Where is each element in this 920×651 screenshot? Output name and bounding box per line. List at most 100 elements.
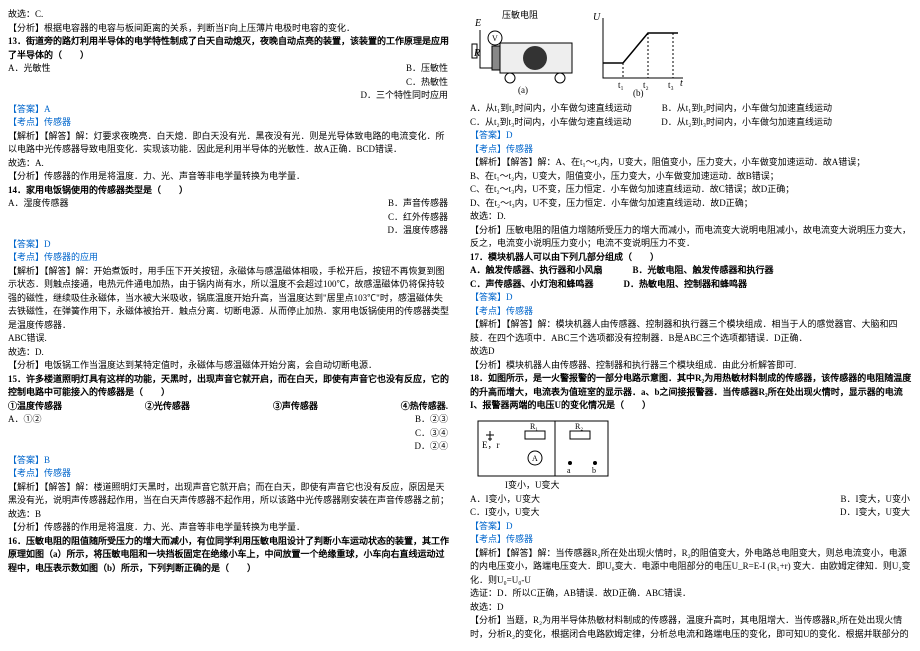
kd: 【考点】传感器 [470,533,912,547]
answer: 【答案】D [470,129,912,143]
svg-text:压敏电阻: 压敏电阻 [502,9,538,20]
jx: 【解析】【解答】解：开始煮饭时，用手压下开关按钮，永磁体与感温磁体相吸，手松开后… [8,265,450,333]
opt-a: A．I变小，U变大 [470,493,540,507]
svg-text:t: t [680,78,683,89]
opt-b: B．声音传感器 [388,197,448,211]
opts: A．I变小，U变大 B．I变大，U变小 [470,493,910,507]
opt-a: A．湿度传感器 [8,197,69,211]
answer: 【答案】A [8,103,450,117]
opts: A．从t₁到t₂时间内，小车做匀速直线运动 B．从t₁到t₂时间内，小车做匀加速… [470,102,912,116]
opts: C．红外传感器 [8,211,448,225]
opts: ①温度传感器 ②光传感器 ③声传感器 ④热传感器. [8,400,448,414]
opt-b: B．②③ [415,413,448,427]
svg-text:E，r: E，r [482,440,500,450]
opts: C．声传感器、小灯泡和蜂鸣器 D．热敏电阻、控制器和蜂鸣器 [470,278,912,292]
fx: 【分析】模块机器人由传感器、控制器和执行器三个模块组成．由此分析解答即可. [470,359,912,373]
opt-a: A．①② [8,413,42,427]
gx: 故选D [470,345,912,359]
svg-text:R₂: R₂ [575,422,583,431]
fx: 【分析】传感器的作用是将温度．力、光、声音等非电学量转换为电学量． [8,521,450,535]
svg-text:a: a [567,466,571,475]
kd: 【考点】传感器的应用 [8,251,450,265]
opt-c: C．I变小，U变大 [470,506,540,520]
answer: 【答案】B [8,454,450,468]
opt-a: A．从t₁到t₂时间内，小车做匀速直线运动 [470,102,632,116]
q13: 13．街道旁的路灯利用半导体的电学特性制成了白天自动熄灭，夜晚自动点亮的装置，该… [8,35,450,62]
opt4: ④热传感器. [401,400,448,414]
svg-text:t₃: t₃ [668,80,674,90]
q17: 17．模块机器人可以由下列几部分组成（ ） [470,251,912,265]
opts: D．温度传感器 [8,224,448,238]
jx: 【解析】【解答】解：A、在t₁～t₂内，U变大，阻值变小，压力变大，小车做变加速… [470,156,912,170]
opt-a: A．触发传感器、执行器和小风扇 [470,264,603,278]
opts: A．光敏性 B．压敏性 [8,62,448,76]
opts: C．③④ [8,427,448,441]
opts: C．I变小，U变大 D．I变大，U变大 [470,506,910,520]
q18: 18．如图所示，是一火警报警的一部分电路示意图．其中R₂为用热敏材料制成的传感器… [470,372,912,413]
kd: 【考点】传感器 [8,467,450,481]
jx: 【解析】【解答】解：当传感器R₂所在处出现火情时，R₂的阻值变大，外电路总电阻变… [470,547,912,588]
answer: 【答案】D [470,520,912,534]
opt-d: D．从t₂到t₃时间内，小车做匀加速直线运动 [661,116,832,130]
svg-text:(a): (a) [518,85,528,95]
jx: 【解析】【解答】解：模块机器人由传感器、控制器和执行器三个模块组成．相当于人的感… [470,318,912,345]
fx: 【分析】压敏电阻的阻值力增随所受压力的增大而减小，而电流变大说明电阻减小，故电流… [470,224,912,251]
kd: 【考点】传感器 [8,116,450,130]
opts: D．三个特性同时应用 [8,89,448,103]
svg-text:b: b [592,466,596,475]
svg-text:t₂: t₂ [643,80,649,90]
answer: 【答案】D [470,291,912,305]
opts: D．②④ [8,440,448,454]
opt-c: C．③④ [415,427,448,441]
q16: 16．压敏电阻的阻值随所受压力的增大而减小，有位同学利用压敏电阻设计了判断小车运… [8,535,450,576]
kd: 【考点】传感器 [470,143,912,157]
opt-c: C．热敏性 [406,76,448,90]
opt-d: D．温度传感器 [388,224,449,238]
jx: 【解析】【解答】解：楼道照明灯天黑时，出现声音它就开启；而在白天，即使有声音它也… [8,481,450,508]
opt-a: A．光敏性 [8,62,51,76]
gx: 故选：D. [470,210,912,224]
opt-d: D．三个特性同时应用 [360,89,448,103]
xz: 选证：D．所以C正确，AB错误．故D正确．ABC错误． [470,587,912,601]
opt-b: B．I变大，U变小 [841,493,911,507]
jx: C、在t₂～t₃内，U不变，压力恒定．小车做匀加速直线运动．故C错误；故D正确； [470,183,912,197]
fx: 【分析】电饭锅工作当温度达到某特定值时，永磁体与感温磁体开始分离，会自动切断电源… [8,359,450,373]
kd: 【考点】传感器 [470,305,912,319]
q14: 14．家用电饭锅使用的传感器类型是（ ） [8,184,450,198]
opts: A．触发传感器、执行器和小风扇 B．光敏电阻、触发传感器和执行器 [470,264,912,278]
svg-text:E: E [474,18,481,29]
opts: C．从t₂到t₃时间内，小车做匀速直线运动 D．从t₂到t₃时间内，小车做匀加速… [470,116,912,130]
svg-text:A: A [532,454,538,463]
svg-text:(b): (b) [633,88,644,98]
svg-text:U: U [593,12,601,23]
gx: 故选：A. [8,157,450,171]
answer: 【答案】D [8,238,450,252]
opt-d: D．②④ [415,440,449,454]
opt-d: D．I变大，U变大 [840,506,910,520]
gx: 故选：B [8,508,450,522]
jx: B、在t₁～t₂内，U变大，阻值变小，压力变大，小车做变加速运动．故B错误； [470,170,912,184]
svg-text:R₁: R₁ [530,422,538,431]
opt-b: B．光敏电阻、触发传感器和执行器 [633,264,774,278]
opt-d: D．热敏电阻、控制器和蜂鸣器 [624,278,748,292]
opt-c: C．红外传感器 [388,211,448,225]
line: 故选：C. [8,8,450,22]
jx: ABC错误. [8,332,450,346]
svg-text:I变小，U变大: I变小，U变大 [505,479,560,490]
opts: C．热敏性 [8,76,448,90]
opt-c: C．从t₂到t₃时间内，小车做匀速直线运动 [470,116,631,130]
jx: 【解析】【解答】解：灯要求夜晚亮．白天熄．即白天没有光．黑夜没有光．则是光导体致… [8,130,450,157]
svg-text:V: V [492,34,498,43]
opts: A．湿度传感器 B．声音传感器 [8,197,448,211]
svg-text:t₁: t₁ [618,80,624,90]
circuit-fire-icon: E，r R₁ R₂ A a b I变小，U变大 [470,413,620,493]
gx: 故选：D [470,601,912,615]
opt2: ②光传感器 [145,400,190,414]
gx: 故选：D. [8,346,450,360]
opt1: ①温度传感器 [8,400,62,414]
opt-b: B．从t₁到t₂时间内，小车做匀加速直线运动 [662,102,832,116]
fx: 【分析】传感器的作用是将温度．力、光、声音等非电学量转换为电学量． [8,170,450,184]
opt-c: C．声传感器、小灯泡和蜂鸣器 [470,278,594,292]
opt-b: B．压敏性 [406,62,448,76]
q15: 15．许多楼道照明灯具有这样的功能，天黑时，出现声音它就开启，而在白天，即使有声… [8,373,450,400]
